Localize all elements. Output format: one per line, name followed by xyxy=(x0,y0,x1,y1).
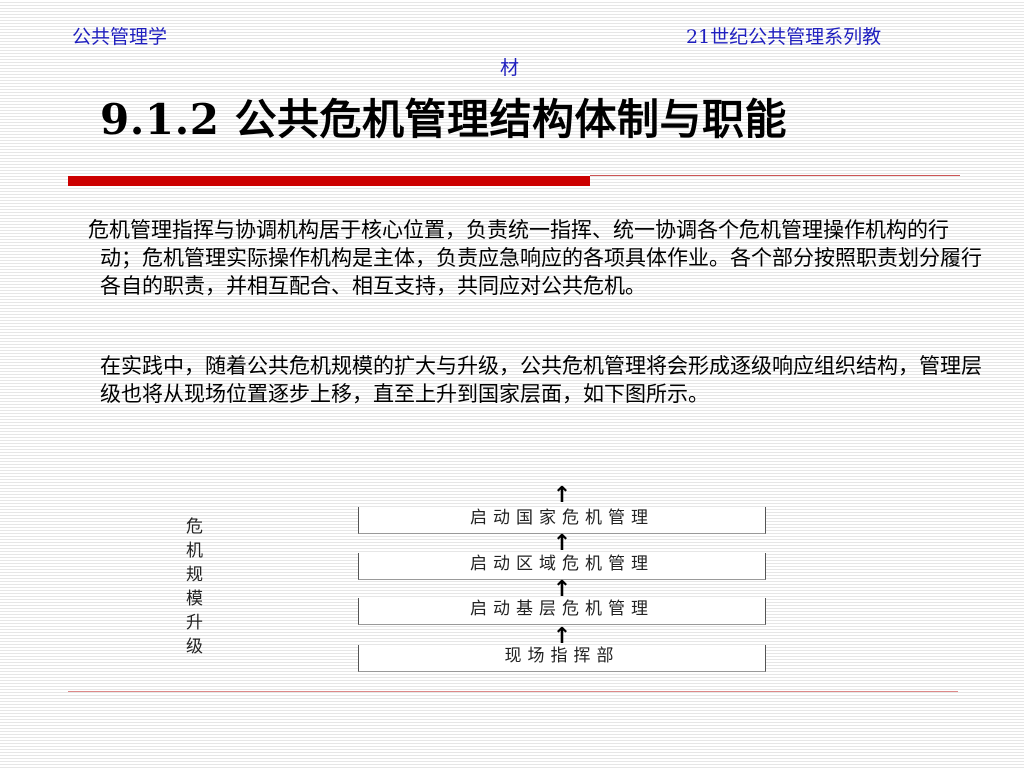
side-label-char: 机 xyxy=(186,541,205,561)
header-series-title-wrap: 材 xyxy=(500,57,520,79)
level-box-local: 启动基层危机管理 xyxy=(358,598,766,625)
up-arrow-icon: ↑ xyxy=(552,577,572,602)
side-label-char: 危 xyxy=(186,517,205,537)
side-label-char: 升 xyxy=(186,613,205,633)
level-box-national: 启动国家危机管理 xyxy=(358,507,766,534)
body-paragraph-2: 在实践中，随着公共危机规模的扩大与升级，公共危机管理将会形成逐级响应组织结构，管… xyxy=(100,354,982,406)
footer-rule xyxy=(68,691,958,692)
level-box-field-command: 现场指挥部 xyxy=(358,645,766,672)
header-course-title: 公共管理学 xyxy=(72,26,168,48)
side-label-char: 级 xyxy=(186,637,205,657)
level-box-regional: 启动区域危机管理 xyxy=(358,553,766,580)
slide-title: 9.1.2 公共危机管理结构体制与职能 xyxy=(100,95,788,144)
title-accent-rule xyxy=(68,176,590,186)
body-paragraph-1: 危机管理指挥与协调机构居于核心位置，负责统一指挥、统一协调各个危机管理操作机构的… xyxy=(88,218,982,298)
up-arrow-icon: ↑ xyxy=(552,483,572,508)
up-arrow-icon: ↑ xyxy=(552,531,572,556)
header-series-title: 21世纪公共管理系列教 xyxy=(686,26,882,48)
side-label-char: 规 xyxy=(186,565,205,585)
title-thin-rule xyxy=(590,175,960,176)
up-arrow-icon: ↑ xyxy=(552,624,572,649)
side-label-char: 模 xyxy=(186,589,205,609)
